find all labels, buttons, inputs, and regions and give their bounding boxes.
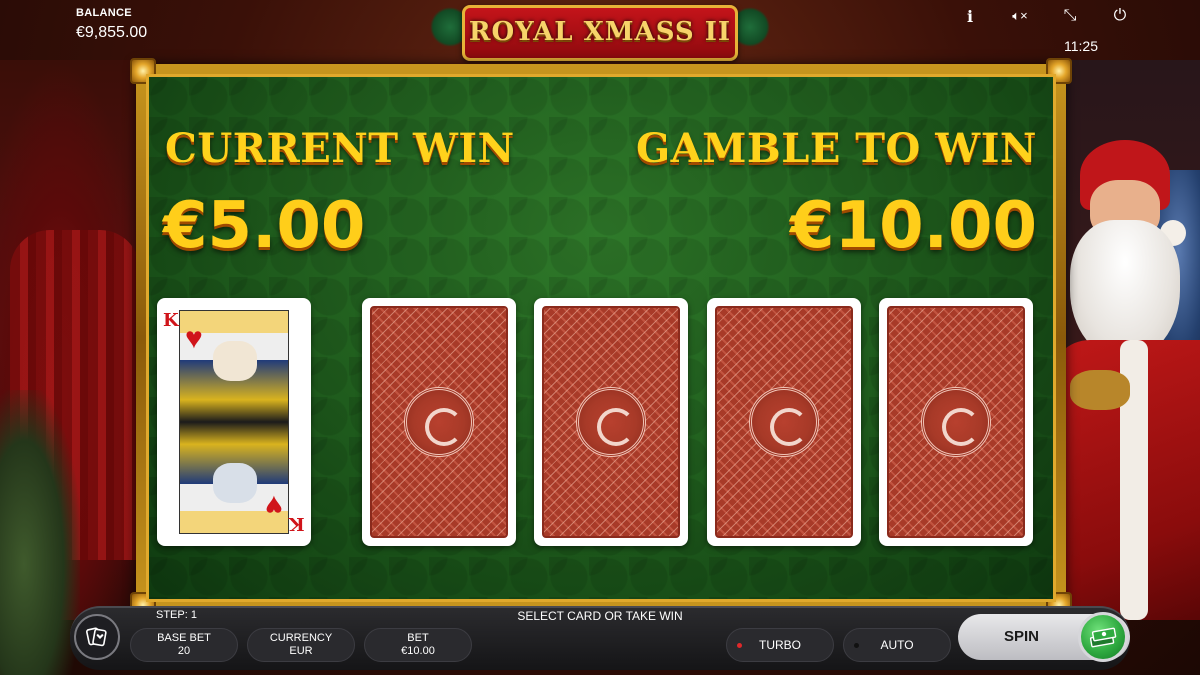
power-glyph: ⏻ [1113,7,1127,24]
base-bet-display: BASE BET 20 [130,628,238,662]
dealer-card-king-of-hearts: K ♥ K ♥ [157,298,311,546]
card-back-emblem-icon [404,387,474,457]
sound-muted-icon[interactable]: 🔈︎× [1010,6,1030,26]
santa-glove [1070,370,1130,410]
cards-icon [86,627,107,647]
auto-toggle[interactable]: AUTO [843,628,951,662]
base-bet-value: 20 [177,645,191,657]
gamble-to-win-value: €10.00 [790,189,1037,263]
money-stack-icon [1089,627,1117,648]
face-down-card-1[interactable] [362,298,516,546]
turbo-toggle[interactable]: TURBO [726,628,834,662]
current-win-label: CURRENT WIN [165,125,515,172]
card-back-emblem-icon [921,387,991,457]
game-logo: ROYAL XMASS II [430,3,770,63]
bet-display: BET €10.00 [364,628,472,662]
felt-table: CURRENT WIN GAMBLE TO WIN €5.00 €10.00 K… [146,74,1056,602]
background-left-scene [0,60,150,675]
power-icon[interactable]: ⏻ [1110,6,1130,26]
fullscreen-icon[interactable]: ⤡ [1060,6,1080,26]
bet-value: €10.00 [401,645,435,657]
christmas-tree [0,390,80,675]
info-glyph: i [966,6,974,26]
santa-character [1050,140,1200,620]
balance-value: €9,855.00 [76,24,148,41]
take-win-money-icon[interactable] [1078,612,1128,662]
gamble-to-win-label: GAMBLE TO WIN [635,125,1037,172]
bet-label: BET [407,632,429,644]
info-icon[interactable]: i [960,6,980,26]
currency-display: CURRENCY EUR [247,628,355,662]
card-back-emblem-icon [749,387,819,457]
clock: 11:25 [1064,38,1098,54]
heart-suit-icon: ♥ [185,322,203,355]
spin-label: SPIN [1004,628,1040,645]
auto-indicator-dot [854,643,859,648]
face-down-card-4[interactable] [879,298,1033,546]
base-bet-label: BASE BET [157,632,211,644]
currency-value: EUR [289,645,313,657]
card-back-emblem-icon [576,387,646,457]
gamble-cards-button[interactable] [74,614,120,660]
card-rank: K [289,513,305,534]
current-win-value: €5.00 [163,189,366,263]
face-down-card-3[interactable] [707,298,861,546]
turbo-label: TURBO [759,638,801,652]
gamble-board: CURRENT WIN GAMBLE TO WIN €5.00 €10.00 K… [130,58,1072,618]
heart-suit-icon: ♥ [265,489,283,522]
fullscreen-glyph: ⤡ [1063,7,1077,24]
card-rank: K [163,310,179,331]
top-toolbar: i 🔈︎× ⤡ ⏻ [960,6,1130,26]
logo-text: ROYAL XMASS II [468,17,732,47]
auto-label: AUTO [880,638,914,652]
currency-label: CURRENCY [269,632,333,644]
face-down-card-2[interactable] [534,298,688,546]
turbo-indicator-dot [737,643,742,648]
santa-beard [1070,220,1180,360]
balance-label: BALANCE [76,7,132,19]
sound-glyph: 🔈︎× [1012,8,1028,23]
